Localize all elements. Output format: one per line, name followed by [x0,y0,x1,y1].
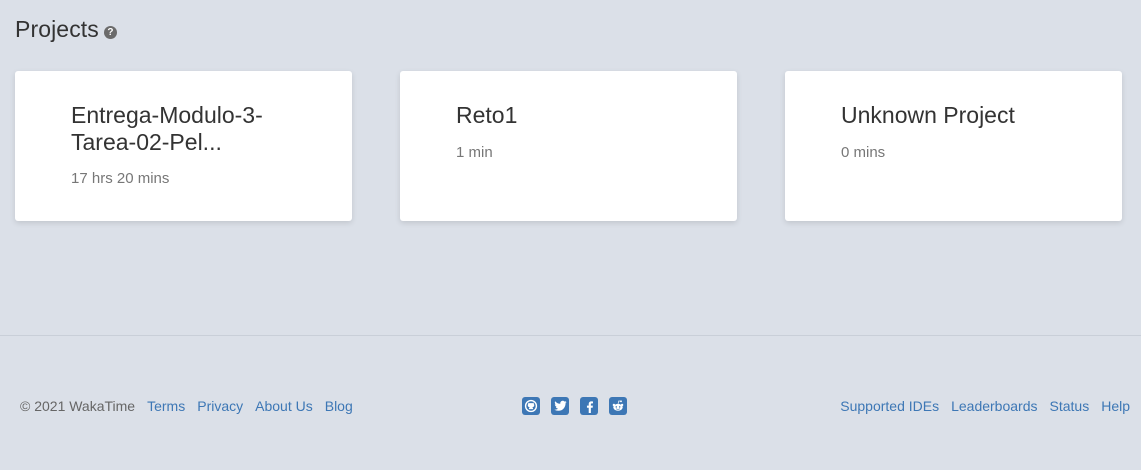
footer-left: © 2021 WakaTime Terms Privacy About Us B… [20,398,365,414]
project-card[interactable]: Reto1 1 min [400,71,737,221]
page-title: Projects [15,16,99,42]
status-link[interactable]: Status [1050,398,1090,414]
project-time: 0 mins [841,144,886,161]
blog-link[interactable]: Blog [325,398,353,414]
github-icon[interactable] [522,397,540,415]
footer-divider [0,335,1141,336]
page-header: Projects ? [15,16,117,43]
twitter-icon[interactable] [551,397,569,415]
social-links [522,397,638,415]
project-name[interactable]: Unknown Project [841,102,1092,129]
help-icon[interactable]: ? [103,25,117,39]
project-time: 17 hrs 20 mins [71,170,170,187]
about-us-link[interactable]: About Us [255,398,313,414]
supported-ides-link[interactable]: Supported IDEs [840,398,939,414]
project-time: 1 min [456,144,493,161]
project-card[interactable]: Unknown Project 0 mins [785,71,1122,221]
privacy-link[interactable]: Privacy [197,398,243,414]
reddit-icon[interactable] [609,397,627,415]
project-card[interactable]: Entrega-Modulo-3-Tarea-02-Pel... 17 hrs … [15,71,352,221]
copyright-text: © 2021 WakaTime [20,398,136,414]
leaderboards-link[interactable]: Leaderboards [951,398,1037,414]
terms-link[interactable]: Terms [147,398,185,414]
project-name[interactable]: Reto1 [456,102,707,129]
project-name[interactable]: Entrega-Modulo-3-Tarea-02-Pel... [71,102,322,156]
help-link[interactable]: Help [1101,398,1130,414]
footer-right: Supported IDEs Leaderboards Status Help [828,398,1130,414]
facebook-icon[interactable] [580,397,598,415]
